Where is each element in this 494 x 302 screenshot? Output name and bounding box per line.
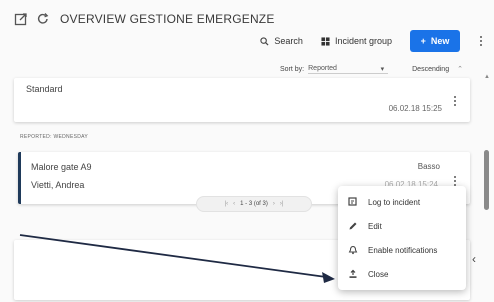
incident-group-button[interactable]: Incident group [321,36,392,46]
new-label: New [430,36,450,46]
page-header: OVERVIEW GESTIONE EMERGENZE [14,8,275,30]
toolbar: Search Incident group + New [260,30,484,52]
chevron-down-icon: ▾ [380,65,385,73]
incident-name: Standard [26,84,63,94]
incident-name: Malore gate A9 [31,162,92,172]
more-options-icon[interactable] [452,176,458,186]
menu-item-label: Log to incident [368,197,421,207]
pencil-icon [349,222,357,230]
plus-icon: + [420,36,426,46]
scrollbar-thumb[interactable] [484,150,489,210]
incident-date: 06.02.18 15:25 [388,104,442,113]
sort-direction[interactable]: Descending [412,66,449,73]
incident-group-label: Incident group [334,36,392,46]
app-window: OVERVIEW GESTIONE EMERGENZE Search Incid… [0,0,494,302]
menu-item-enable-notifications[interactable]: Enable notifications [338,238,466,262]
incident-card[interactable]: Standard 06.02.18 15:25 [14,78,470,122]
bell-icon [348,245,358,255]
sort-label: Sort by: [280,65,305,73]
menu-item-close[interactable]: Close [338,262,466,286]
grid-icon [321,36,330,46]
pagination: |‹ ‹ 1 - 3 (of 3) › ›| [196,196,312,212]
priority-label: Basso [417,162,440,171]
search-button[interactable]: Search [260,36,303,46]
page-indicator: 1 - 3 (of 3) [240,201,268,207]
section-header: REPORTED: WEDNESDAY [20,134,89,140]
new-button[interactable]: + New [410,30,460,52]
log-icon [348,197,357,206]
search-label: Search [274,36,303,46]
search-icon [260,36,269,46]
incident-person: Vietti, Andrea [31,180,85,190]
more-options-icon[interactable] [478,36,484,46]
menu-item-label: Enable notifications [368,245,438,255]
menu-item-label: Close [368,269,389,279]
menu-item-log-to-incident[interactable]: Log to incident [338,190,466,214]
first-page-icon[interactable]: |‹ [225,201,229,207]
page-title: OVERVIEW GESTIONE EMERGENZE [60,12,275,26]
sort-select[interactable]: Reported ▾ [308,64,389,74]
more-options-icon[interactable] [452,96,458,106]
chevron-up-icon[interactable]: ⌃ [457,65,463,73]
prev-page-icon[interactable]: ‹ [233,201,235,207]
next-page-icon[interactable]: › [273,201,275,207]
context-menu: Log to incident Edit Enable notification… [338,186,466,290]
close-upload-icon [349,269,357,278]
sort-bar: Sort by: Reported ▾ Descending ⌃ [280,62,480,76]
menu-item-edit[interactable]: Edit [338,214,466,238]
refresh-icon[interactable] [36,12,50,26]
menu-item-label: Edit [368,221,382,231]
last-page-icon[interactable]: ›| [280,201,284,207]
open-external-icon[interactable] [14,12,28,26]
scroll-up-icon[interactable]: ▲ [484,74,490,80]
sort-value: Reported [308,64,337,72]
collapse-panel-icon[interactable]: ‹ [472,252,476,266]
